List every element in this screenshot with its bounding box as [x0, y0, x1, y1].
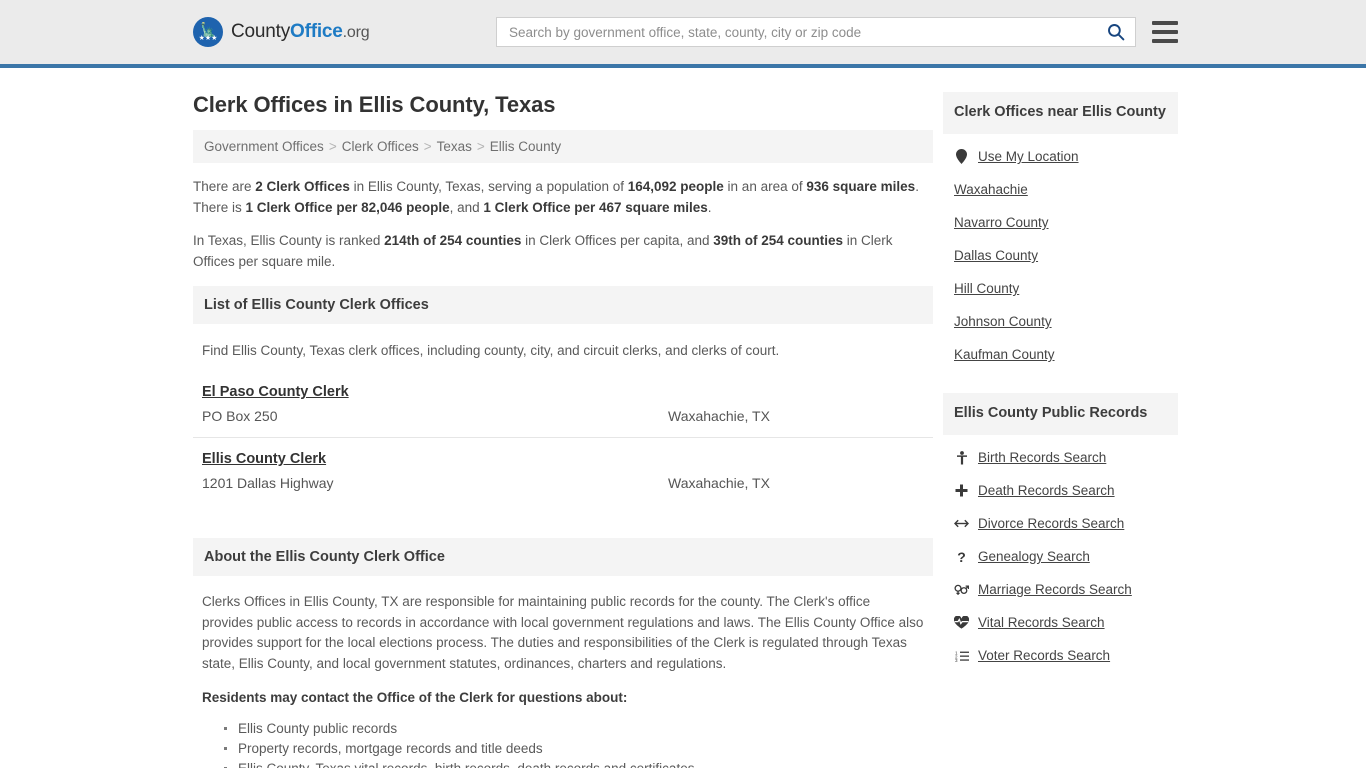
sidebar-item-label: Johnson County: [954, 314, 1052, 329]
sidebar-item-use-my-location[interactable]: Use My Location: [943, 140, 1178, 173]
sidebar-item-label: Dallas County: [954, 248, 1039, 263]
breadcrumb-separator: >: [328, 139, 337, 154]
sidebar-records-links: Birth Records Search Death Records Searc…: [943, 441, 1178, 672]
list-item: Ellis County public records: [224, 719, 924, 739]
sidebar-item-label: Navarro County: [954, 215, 1049, 230]
logo-text-county: County: [231, 21, 291, 42]
sidebar-item-label: Voter Records Search: [978, 648, 1111, 663]
sidebar-item-label: Hill County: [954, 281, 1020, 296]
clerk-office-list: El Paso County Clerk PO Box 250 Waxahach…: [193, 371, 933, 504]
search-area: [496, 17, 1178, 47]
office-details: 1201 Dallas Highway Waxahachie, TX: [202, 475, 924, 491]
office-details: PO Box 250 Waxahachie, TX: [202, 408, 924, 424]
breadcrumb-separator: >: [423, 139, 432, 154]
sidebar: Clerk Offices near Ellis County Use My L…: [943, 68, 1178, 768]
breadcrumb: Government Offices > Clerk Offices > Texas > E…: [193, 130, 933, 163]
list-item: Property records, mortgage records and t…: [224, 739, 924, 759]
sidebar-item-label: Vital Records Search: [978, 615, 1105, 630]
page-container: Clerk Offices in Ellis County, Texas Gov…: [0, 68, 1366, 768]
sidebar-item-dallas-county[interactable]: Dallas County: [943, 239, 1178, 272]
sidebar-item-voter-records-search[interactable]: 1 2 3 Voter Records Search: [943, 639, 1178, 672]
about-section-heading: About the Ellis County Clerk Office: [193, 538, 933, 576]
hamburger-bar: [1152, 39, 1178, 43]
hamburger-menu-icon[interactable]: [1152, 21, 1178, 43]
table-row: El Paso County Clerk PO Box 250 Waxahach…: [193, 371, 933, 438]
sidebar-item-vital-records-search[interactable]: Vital Records Search: [943, 606, 1178, 639]
svg-text:3: 3: [955, 658, 958, 662]
venus-mars-icon: [954, 583, 969, 596]
sidebar-item-birth-records-search[interactable]: Birth Records Search: [943, 441, 1178, 474]
search-icon[interactable]: [1105, 21, 1127, 43]
sidebar-nearby-heading: Clerk Offices near Ellis County: [943, 92, 1178, 134]
question-mark-icon: ?: [957, 548, 966, 565]
list-ordered-icon: 1 2 3: [954, 650, 969, 662]
about-paragraph: Clerks Offices in Ellis County, TX are r…: [202, 594, 924, 671]
intro-paragraph-2: In Texas, Ellis County is ranked 214th o…: [193, 233, 893, 269]
sidebar-item-hill-county[interactable]: Hill County: [943, 272, 1178, 305]
logo-text-office: Office: [290, 21, 343, 42]
breadcrumb-item-ellis-county[interactable]: Ellis County: [490, 139, 561, 154]
sidebar-item-label: Use My Location: [978, 149, 1079, 164]
main-content: Clerk Offices in Ellis County, Texas Gov…: [193, 68, 933, 768]
hamburger-bar: [1152, 30, 1178, 34]
office-name-link[interactable]: Ellis County Clerk: [202, 451, 326, 467]
logo-text-org: .org: [342, 24, 370, 41]
breadcrumb-item-government-offices[interactable]: Government Offices: [204, 139, 324, 154]
sidebar-item-kaufman-county[interactable]: Kaufman County: [943, 338, 1178, 371]
about-questions-lead: Residents may contact the Office of the …: [202, 690, 628, 705]
list-section-heading: List of Ellis County Clerk Offices: [193, 286, 933, 324]
hamburger-bar: [1152, 21, 1178, 25]
breadcrumb-item-texas[interactable]: Texas: [437, 139, 472, 154]
logo-wordmark: CountyOffice.org: [231, 21, 370, 43]
sidebar-item-label: Marriage Records Search: [978, 582, 1132, 597]
page-title: Clerk Offices in Ellis County, Texas: [193, 92, 556, 117]
sidebar-nearby-links: Use My Location Waxahachie Navarro Count…: [943, 140, 1178, 371]
sidebar-item-waxahachie[interactable]: Waxahachie: [943, 173, 1178, 206]
office-address: 1201 Dallas Highway: [202, 475, 334, 491]
sidebar-nearby-block: Clerk Offices near Ellis County Use My L…: [943, 92, 1178, 371]
table-row: Ellis County Clerk 1201 Dallas Highway W…: [193, 438, 933, 504]
about-bullet-list: Ellis County public records Property rec…: [202, 719, 924, 768]
search-input[interactable]: [507, 23, 1105, 41]
sidebar-records-heading: Ellis County Public Records: [943, 393, 1178, 435]
about-section-body: Clerks Offices in Ellis County, TX are r…: [193, 592, 933, 768]
sidebar-item-label: Genealogy Search: [978, 549, 1090, 564]
sidebar-item-genealogy-search[interactable]: ? Genealogy Search: [943, 540, 1178, 573]
baby-icon: [954, 450, 969, 465]
sidebar-item-label: Waxahachie: [954, 182, 1028, 197]
eagle-shield-icon: 🗽 ★★★: [193, 17, 223, 47]
list-section-description: Find Ellis County, Texas clerk offices, …: [202, 343, 780, 358]
arrows-left-right-icon: [954, 518, 969, 529]
sidebar-item-label: Kaufman County: [954, 347, 1055, 362]
sidebar-item-divorce-records-search[interactable]: Divorce Records Search: [943, 507, 1178, 540]
sidebar-item-label: Divorce Records Search: [978, 516, 1125, 531]
heartbeat-icon: [954, 616, 969, 629]
sidebar-item-label: Death Records Search: [978, 483, 1115, 498]
sidebar-item-death-records-search[interactable]: Death Records Search: [943, 474, 1178, 507]
intro-paragraph-1: There are 2 Clerk Offices in Ellis Count…: [193, 179, 919, 215]
search-box[interactable]: [496, 17, 1136, 47]
intro-stats: There are 2 Clerk Offices in Ellis Count…: [193, 177, 933, 272]
logo-stars: ★★★: [198, 34, 218, 42]
office-city-state: Waxahachie, TX: [668, 408, 770, 424]
sidebar-item-johnson-county[interactable]: Johnson County: [943, 305, 1178, 338]
list-item: Ellis County, Texas vital records, birth…: [224, 759, 924, 768]
sidebar-item-marriage-records-search[interactable]: Marriage Records Search: [943, 573, 1178, 606]
sidebar-item-label: Birth Records Search: [978, 450, 1107, 465]
sidebar-item-navarro-county[interactable]: Navarro County: [943, 206, 1178, 239]
sidebar-records-block: Ellis County Public Records Birth Record…: [943, 393, 1178, 672]
site-logo[interactable]: 🗽 ★★★ CountyOffice.org: [193, 17, 370, 47]
map-pin-icon: [954, 149, 969, 164]
site-header: 🗽 ★★★ CountyOffice.org: [0, 0, 1366, 68]
breadcrumb-separator: >: [476, 139, 485, 154]
office-name-link[interactable]: El Paso County Clerk: [202, 384, 349, 400]
cross-icon: [954, 484, 969, 497]
office-address: PO Box 250: [202, 408, 278, 424]
office-city-state: Waxahachie, TX: [668, 475, 770, 491]
breadcrumb-item-clerk-offices[interactable]: Clerk Offices: [342, 139, 419, 154]
